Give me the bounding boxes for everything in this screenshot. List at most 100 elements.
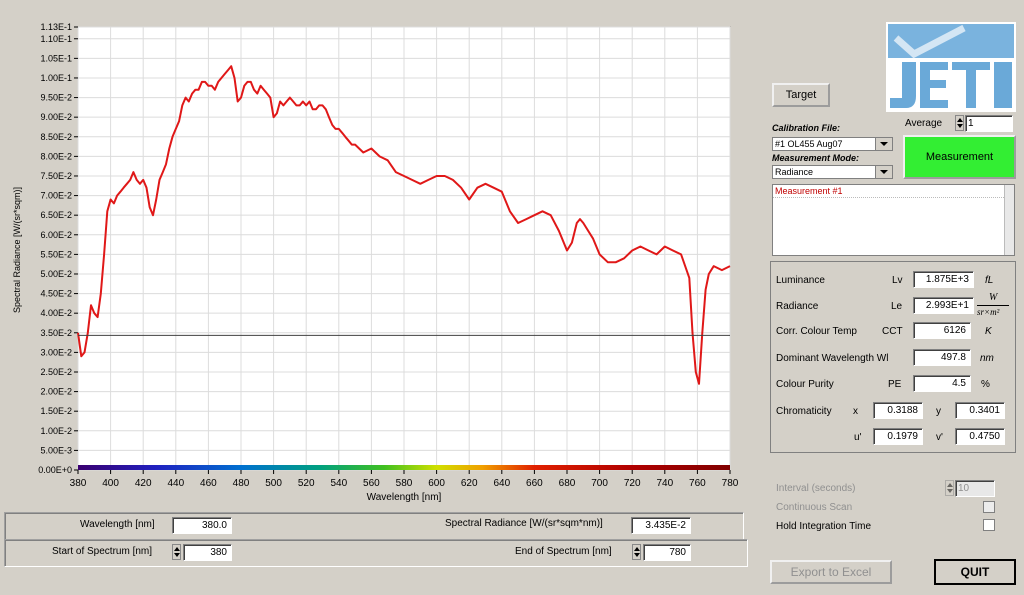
x-tick-label: 720 — [624, 478, 641, 489]
start-spectrum-label: Start of Spectrum [nm] — [52, 546, 153, 557]
chromaticity-x-value: 0.3188 — [873, 402, 923, 419]
hold-integration-label: Hold Integration Time — [776, 521, 872, 532]
x-tick-label: 700 — [591, 478, 608, 489]
calibration-file-select[interactable]: #1 OL455 Aug07 — [772, 137, 893, 151]
y-tick-label: 1.00E-1 — [40, 73, 72, 83]
luminance-symbol: Lv — [892, 275, 903, 286]
cct-unit: K — [985, 326, 992, 337]
x-tick-label: 520 — [298, 478, 315, 489]
radiance-value: 2.993E+1 — [913, 297, 974, 314]
x-tick-label: 620 — [461, 478, 478, 489]
radiance-symbol: Le — [891, 301, 903, 312]
interval-label: Interval (seconds) — [776, 483, 856, 494]
chromaticity-v-label: v' — [936, 432, 943, 443]
measurement-mode-select[interactable]: Radiance — [772, 165, 893, 179]
list-scrollbar[interactable] — [1004, 185, 1014, 255]
chromaticity-u-value: 0.1979 — [873, 428, 923, 445]
y-tick-label: 1.50E-2 — [40, 406, 72, 416]
hold-integration-checkbox[interactable] — [983, 519, 995, 531]
cct-label: Corr. Colour Temp — [776, 326, 857, 337]
x-tick-label: 580 — [396, 478, 413, 489]
luminance-unit: fL — [985, 275, 994, 286]
x-tick-label: 380 — [70, 478, 87, 489]
continuous-scan-checkbox[interactable] — [983, 501, 995, 513]
measurement-mode-label: Measurement Mode: — [772, 153, 860, 163]
y-tick-label: 6.50E-2 — [40, 210, 72, 220]
start-spectrum-spinner[interactable] — [172, 544, 181, 560]
radiance-unit-den: sr×m² — [977, 307, 1000, 317]
chromaticity-v-value: 0.4750 — [955, 428, 1005, 445]
chromaticity-x-label: x — [853, 406, 858, 417]
y-tick-label: 1.05E-1 — [40, 53, 72, 63]
luminance-label: Luminance — [776, 275, 825, 286]
y-tick-label: 1.00E-2 — [40, 426, 72, 436]
x-tick-label: 440 — [167, 478, 184, 489]
y-tick-label: 4.50E-2 — [40, 289, 72, 299]
spectrum-chart[interactable]: 0.00E+0 5.00E-3 1.00E-2 1.50E-2 2.00E-2 2.50E… — [0, 0, 745, 510]
x-tick-label: 740 — [656, 478, 673, 489]
dominant-wavelength-label: Dominant Wavelength Wl — [776, 353, 889, 364]
y-tick-label: 2.50E-2 — [40, 367, 72, 377]
y-tick-label: 1.10E-1 — [40, 34, 72, 44]
y-tick-label: 6.00E-2 — [40, 230, 72, 240]
y-axis-label: Spectral Radiance [W/(sr*sqm)] — [12, 187, 22, 313]
radiance-label: Radiance — [776, 301, 819, 312]
measurement-button[interactable]: Measurement — [903, 135, 1016, 179]
chromaticity-u-label: u' — [854, 432, 862, 443]
luminance-value: 1.875E+3 — [913, 271, 974, 288]
x-tick-label: 680 — [559, 478, 576, 489]
start-spectrum-input[interactable]: 380 — [183, 544, 232, 561]
measurement-mode-value: Radiance — [775, 167, 814, 177]
y-tick-label: 7.50E-2 — [40, 171, 72, 181]
y-tick-label: 2.00E-2 — [40, 387, 72, 397]
interval-spinner — [945, 480, 954, 496]
y-tick-label: 3.50E-2 — [40, 328, 72, 338]
average-label: Average — [905, 118, 943, 129]
spectrum-color-bar — [78, 465, 730, 470]
target-button[interactable]: Target — [772, 83, 830, 107]
end-spectrum-input[interactable]: 780 — [643, 544, 691, 561]
export-to-excel-button[interactable]: Export to Excel — [770, 560, 892, 584]
calibration-file-label: Calibration File: — [772, 123, 841, 133]
colour-purity-symbol: PE — [888, 379, 902, 390]
cct-symbol: CCT — [882, 326, 903, 337]
radiance-unit-num: W — [989, 292, 998, 303]
x-tick-label: 560 — [363, 478, 380, 489]
chromaticity-y-value: 0.3401 — [955, 402, 1005, 419]
y-tick-label: 3.00E-2 — [40, 347, 72, 357]
colour-purity-unit: % — [981, 379, 990, 390]
end-spectrum-label: End of Spectrum [nm] — [515, 546, 612, 557]
y-tick-label: 0.00E+0 — [38, 465, 72, 475]
average-spinner[interactable] — [955, 115, 964, 131]
jeti-logo — [886, 22, 1016, 112]
interval-input: 10 — [955, 480, 995, 497]
chevron-down-icon[interactable] — [875, 138, 892, 150]
average-input[interactable]: 1 — [965, 115, 1013, 132]
dominant-wavelength-unit: nm — [980, 353, 994, 364]
colour-purity-label: Colour Purity — [776, 379, 834, 390]
wavelength-label: Wavelength [nm] — [80, 519, 155, 530]
cct-value: 6126 — [913, 322, 971, 339]
chevron-down-icon[interactable] — [875, 166, 892, 178]
x-tick-label: 460 — [200, 478, 217, 489]
chromaticity-label: Chromaticity — [776, 406, 832, 417]
y-tick-label: 7.00E-2 — [40, 191, 72, 201]
x-tick-label: 480 — [233, 478, 250, 489]
wavelength-value: 380.0 — [172, 517, 232, 534]
measurement-list[interactable]: Measurement #1 — [772, 184, 1015, 256]
spectral-radiance-value: 3.435E-2 — [631, 517, 691, 534]
x-tick-label: 600 — [428, 478, 445, 489]
chromaticity-y-label: y — [936, 406, 941, 417]
y-tick-label: 4.00E-2 — [40, 308, 72, 318]
list-item[interactable]: Measurement #1 — [773, 185, 1004, 198]
fraction-bar — [977, 305, 1009, 306]
continuous-scan-label: Continuous Scan — [776, 502, 853, 513]
y-tick-label: 9.50E-2 — [40, 93, 72, 103]
quit-button[interactable]: QUIT — [934, 559, 1016, 585]
x-axis-label: Wavelength [nm] — [367, 492, 442, 503]
y-tick-label: 5.00E-2 — [40, 269, 72, 279]
x-tick-label: 420 — [135, 478, 152, 489]
spectral-radiance-label: Spectral Radiance [W/(sr*sqm*nm)] — [445, 518, 603, 529]
end-spectrum-spinner[interactable] — [632, 544, 641, 560]
y-tick-label: 8.00E-2 — [40, 151, 72, 161]
